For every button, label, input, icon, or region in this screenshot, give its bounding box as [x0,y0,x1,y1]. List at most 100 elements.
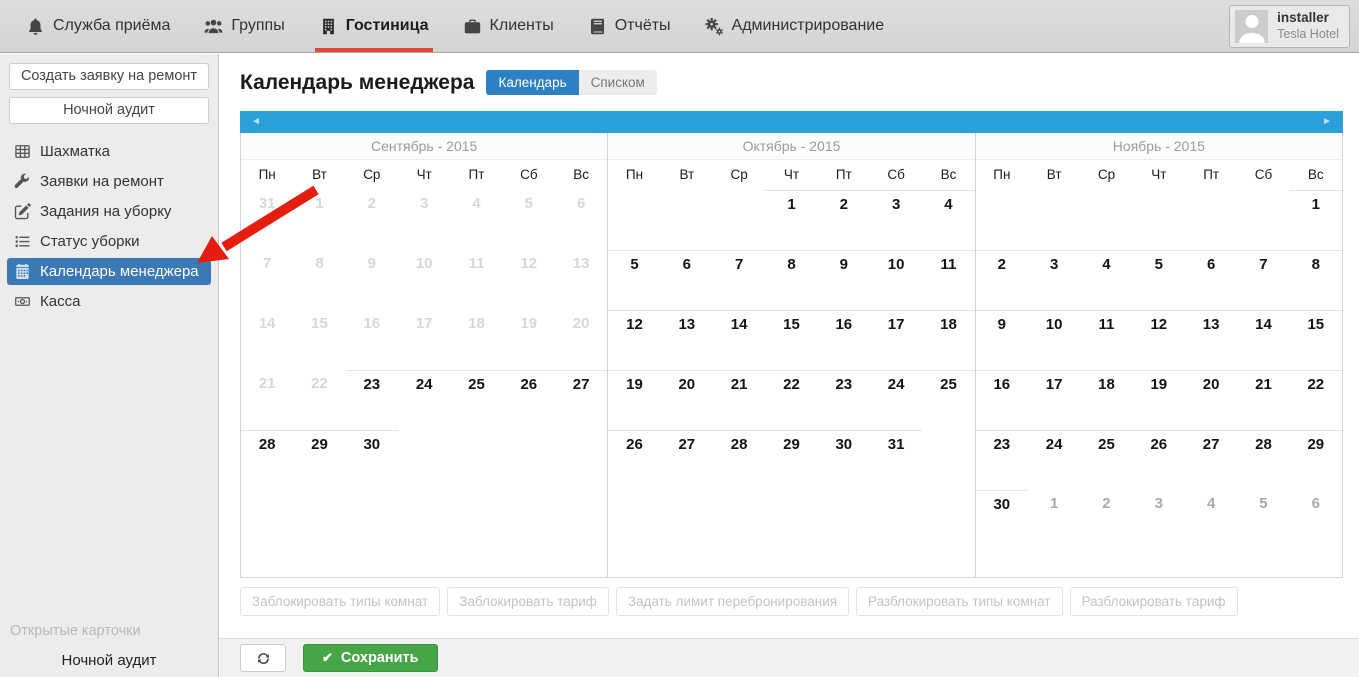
day-cell[interactable]: 30 [817,430,870,490]
open-card-night-audit[interactable]: Ночной аудит [0,652,218,669]
day-cell[interactable]: 9 [975,310,1028,370]
toggle-calendar-view[interactable]: Календарь [486,70,579,95]
day-cell[interactable]: 5 [1132,250,1185,310]
user-card[interactable]: installer Tesla Hotel [1229,5,1350,48]
day-cell[interactable]: 27 [660,430,713,490]
refresh-button[interactable] [240,644,286,672]
nav-item-reports[interactable]: Отчёты [588,0,671,52]
day-cell[interactable]: 11 [1080,310,1133,370]
day-cell[interactable]: 22 [1289,370,1342,430]
day-cell[interactable]: 3 [1027,250,1081,310]
day-cell[interactable]: 28 [1237,430,1290,490]
toggle-list-view[interactable]: Списком [578,70,657,95]
day-cell[interactable]: 25 [922,370,975,430]
day-cell[interactable]: 27 [1184,430,1238,490]
set-overbooking-limit-button[interactable]: Задать лимит перебронирования [615,587,850,616]
day-cell[interactable]: 23 [817,370,870,430]
day-cell[interactable]: 30 [975,490,1028,550]
day-cell[interactable]: 26 [502,370,555,430]
day-cell[interactable]: 18 [922,310,975,370]
day-cell[interactable]: 4 [922,190,975,250]
day-cell[interactable]: 4 [1080,250,1133,310]
day-cell[interactable]: 8 [1289,250,1342,310]
day-cell[interactable]: 17 [1027,370,1081,430]
sidebar-item-manager-calendar[interactable]: Календарь менеджера [7,258,211,285]
sidebar-item-chessboard[interactable]: Шахматка [7,138,211,165]
week-row: 12 13 14 15 16 17 18 [608,310,975,370]
day-cell[interactable]: 6 [660,250,713,310]
day-cell[interactable]: 25 [450,370,503,430]
day-cell[interactable]: 13 [660,310,713,370]
create-repair-request-button[interactable]: Создать заявку на ремонт [9,63,209,90]
day-cell[interactable]: 5 [608,250,661,310]
day-cell[interactable]: 29 [765,430,818,490]
sidebar-item-repair-requests[interactable]: Заявки на ремонт [7,168,211,195]
day-cell[interactable]: 12 [1132,310,1185,370]
day-cell[interactable]: 10 [1027,310,1081,370]
day-cell[interactable]: 10 [869,250,923,310]
weekday-label: Вс [940,167,957,182]
day-cell[interactable]: 13 [1184,310,1238,370]
sidebar-item-cashdesk[interactable]: Касса [7,288,211,315]
nav-label: Отчёты [614,17,671,34]
day-cell[interactable]: 11 [922,250,975,310]
day-cell[interactable]: 23 [345,370,398,430]
day-cell[interactable]: 7 [1237,250,1290,310]
day-cell[interactable]: 23 [975,430,1028,490]
day-cell[interactable]: 22 [765,370,818,430]
next-month-icon[interactable]: ► [1322,115,1332,129]
day-cell[interactable]: 31 [869,430,923,490]
day-cell[interactable]: 24 [869,370,923,430]
day-cell[interactable]: 14 [1237,310,1290,370]
day-cell[interactable]: 2 [975,250,1028,310]
sidebar-item-cleaning-status[interactable]: Статус уборки [7,228,211,255]
nav-item-clients[interactable]: Клиенты [463,0,554,52]
day-cell[interactable]: 26 [1132,430,1185,490]
block-tariff-button[interactable]: Заблокировать тариф [447,587,609,616]
day-cell[interactable]: 17 [869,310,923,370]
day-cell[interactable]: 14 [712,310,766,370]
day-cell[interactable]: 21 [1237,370,1290,430]
day-cell[interactable]: 6 [1184,250,1238,310]
day-cell[interactable]: 21 [712,370,766,430]
sidebar-item-cleaning-tasks[interactable]: Задания на уборку [7,198,211,225]
day-cell[interactable]: 20 [1184,370,1238,430]
prev-month-icon[interactable]: ◄ [251,115,261,129]
day-cell[interactable]: 27 [554,370,608,430]
day-cell[interactable]: 16 [817,310,870,370]
day-cell[interactable]: 28 [712,430,766,490]
day-cell[interactable]: 8 [765,250,818,310]
unblock-room-types-button[interactable]: Разблокировать типы комнат [856,587,1063,616]
block-room-types-button[interactable]: Заблокировать типы комнат [240,587,441,616]
day-cell[interactable]: 25 [1080,430,1133,490]
day-cell[interactable]: 15 [1289,310,1342,370]
day-cell[interactable]: 30 [345,430,398,490]
nav-item-reception[interactable]: Служба приёма [26,0,170,52]
day-cell[interactable]: 19 [1132,370,1185,430]
day-cell[interactable]: 18 [1080,370,1133,430]
day-cell[interactable]: 19 [608,370,661,430]
nav-item-groups[interactable]: Группы [204,0,285,52]
day-cell[interactable]: 28 [241,430,294,490]
night-audit-button[interactable]: Ночной аудит [9,97,209,124]
day-cell[interactable]: 1 [765,190,818,250]
day-cell[interactable]: 12 [608,310,661,370]
day-cell[interactable]: 9 [817,250,870,310]
nav-item-hotel[interactable]: Гостиница [314,0,433,52]
day-cell[interactable]: 26 [608,430,661,490]
day-cell[interactable]: 29 [1289,430,1342,490]
day-cell[interactable]: 15 [765,310,818,370]
nav-item-administration[interactable]: Администрирование [705,0,884,52]
unblock-tariff-button[interactable]: Разблокировать тариф [1069,587,1238,616]
day-cell[interactable]: 24 [397,370,451,430]
day-cell[interactable]: 7 [712,250,766,310]
save-button[interactable]: ✔ Сохранить [303,644,438,672]
day-cell[interactable]: 2 [817,190,870,250]
nav-label: Гостиница [345,17,429,34]
day-cell[interactable]: 20 [660,370,713,430]
day-cell[interactable]: 16 [975,370,1028,430]
day-cell[interactable]: 29 [293,430,346,490]
day-cell[interactable]: 24 [1027,430,1081,490]
day-cell[interactable]: 3 [869,190,923,250]
day-cell[interactable]: 1 [1289,190,1342,250]
